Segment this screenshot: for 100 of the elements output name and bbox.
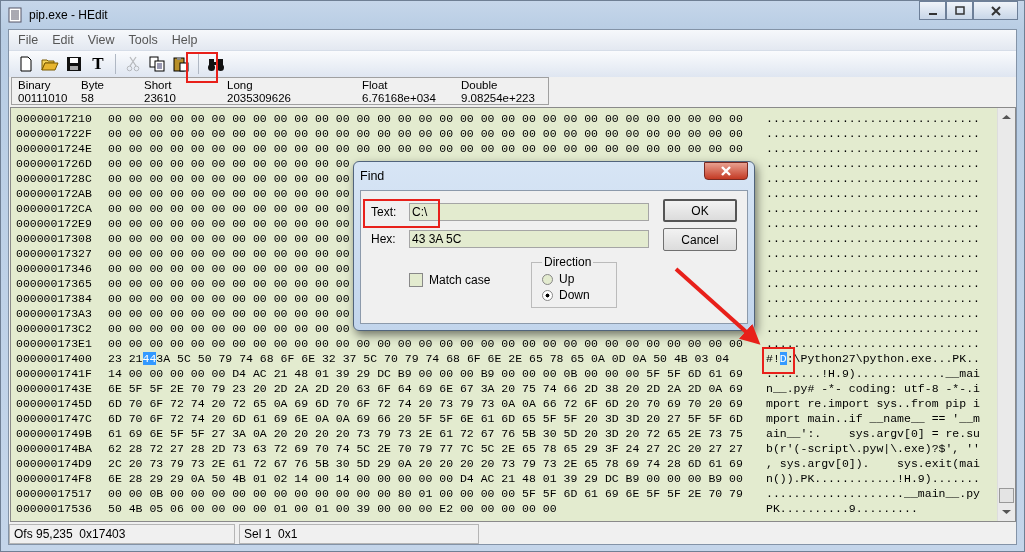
ascii-text: #! [766,352,780,365]
menu-item[interactable]: View [80,33,122,47]
hex-field[interactable]: 43 3A 5C [409,229,649,248]
hex-bytes: 62 28 72 27 28 2D 73 63 72 69 70 74 5C 2E 70 79 77 7C 5C 2E 65 78 65 29 3F 24 27 2C 20 27 27 [108,442,743,455]
hex-bytes: 6D 70 6F 72 74 20 6D 61 69 6E 0A 0A 69 66 20 5F 5F 6E 61 6D 65 5F 5F 20 3D 3D 20 27 5F 5F 6D [108,412,743,425]
ascii-text: ........!H.9).............__mai [766,367,980,380]
ascii-text: ............................... [766,262,980,275]
hex-bytes: 00 00 00 00 00 00 00 00 00 00 00 00 [108,247,350,260]
offset-label: 000000173A3 [16,306,93,321]
hex-bytes: 6E 5F 5F 2E 70 79 23 20 2D 2A 2D 20 63 6F 64 69 6E 67 3A 20 75 74 66 2D 38 20 2D 2A 2D 0A 69 [108,382,743,395]
value-label: Float [362,79,389,92]
value-text: 58 [81,92,95,105]
minimize-button[interactable] [919,1,946,20]
value-label: Long [227,79,254,92]
offset-label: 00000017308 [16,231,93,246]
value-label: Double [461,79,499,92]
ascii-text: PK..........9......... [766,502,918,515]
offset-label: 000000174F8 [16,471,93,486]
dialog-title: Find [360,169,385,183]
hex-bytes: 00 00 00 00 00 00 00 00 00 00 00 00 00 00 00 00 00 00 00 00 00 00 00 00 00 00 00 00 00 00 00 [108,142,743,155]
hex-bytes: 00 00 00 00 00 00 00 00 00 00 00 00 [108,172,350,185]
offset-label: 00000017517 [16,486,93,501]
hex-bytes: 00 00 00 00 00 00 00 00 00 00 00 00 [108,322,350,335]
ascii-text: ain__':. sys.argv[0] = re.su [766,427,980,440]
ascii-text: mport re.import sys..from pip i [766,397,980,410]
hex-bytes: 00 00 0B 00 00 00 00 00 00 00 00 00 00 00 80 01 00 00 00 00 5F 5F 6D 61 69 6E 5F 5F 2E 70 79 [108,487,743,500]
scroll-up-icon[interactable] [1002,114,1011,120]
offset-label: 0000001728C [16,171,93,186]
selected-character: D [779,352,787,365]
dialog-button[interactable]: Cancel [663,228,737,251]
menu-item[interactable]: Edit [45,33,81,47]
offset-label: 00000017536 [16,501,93,516]
menu-item[interactable]: Tools [121,33,165,47]
menu-item[interactable]: File [11,33,46,47]
offset-label: 00000017384 [16,291,93,306]
text-button[interactable]: T [87,53,109,75]
offset-label: 000000173C2 [16,321,93,336]
hex-bytes: 00 00 00 00 00 00 00 00 00 00 00 00 [108,292,350,305]
ascii-text: n()).PK............!H.9)....... [766,472,980,485]
value-text: 9.08254e+223 [461,92,536,105]
match-case-checkbox[interactable] [409,273,423,287]
radio-label: Down [559,288,590,302]
menu-item[interactable]: Help [164,33,205,47]
status-text: Sel 1 0x1 [239,524,479,544]
hex-bytes: 00 00 00 00 00 00 00 00 00 00 00 00 [108,217,350,230]
value-label: Byte [81,79,105,92]
offset-label: 0000001726D [16,156,93,171]
radio-button[interactable] [542,289,553,301]
hex-bytes: 00 00 00 00 00 00 00 00 00 00 00 00 00 00 00 00 00 00 00 00 00 00 00 00 00 00 00 00 00 00 00 [108,337,743,350]
hex-bytes: 3A 5C 50 79 74 68 6F 6E 32 37 5C 70 79 74 68 6F 6E 2E 65 78 65 0A 0D 0A 50 4B 03 04 [156,352,730,365]
hex-bytes: 00 00 00 00 00 00 00 00 00 00 00 00 [108,262,350,275]
minimize-icon [928,13,937,15]
ascii-text: ............................... [766,112,980,125]
selected-byte: 44 [142,352,157,365]
hex-label: Hex: [371,231,397,246]
ascii-text: mport main..if __name__ == '__m [766,412,980,425]
checkbox-label: Match case [429,273,491,287]
offset-label: 000000172E9 [16,216,93,231]
close-icon [720,166,732,176]
value-text: 23610 [144,92,177,105]
value-text: 2035309626 [227,92,292,105]
offset-label: 0000001747C [16,411,93,426]
vertical-scrollbar[interactable] [997,108,1015,521]
offset-label: 000000172CA [16,201,93,216]
ascii-text: ............................... [766,337,980,350]
dialog-button[interactable]: OK [663,199,737,222]
scroll-thumb[interactable] [999,488,1014,503]
close-button[interactable] [973,1,1018,20]
value-label: Binary [18,79,52,92]
offset-label: 00000017365 [16,276,93,291]
hex-bytes: 00 00 00 00 00 00 00 00 00 00 00 00 [108,202,350,215]
highlight-box [186,52,218,83]
value-label: Short [144,79,173,92]
copy-icon[interactable] [146,53,168,75]
status-text: Ofs 95,235 0x17403 [9,524,235,544]
ascii-text: b(r'(-script\.pyw|\.exe)?$', '' [766,442,980,455]
offset-label: 0000001722F [16,126,93,141]
ascii-text: ............................... [766,217,980,230]
scroll-down-icon[interactable] [1002,509,1011,515]
hex-bytes: 00 00 00 00 00 00 00 00 00 00 00 00 00 00 00 00 00 00 00 00 00 00 00 00 00 00 00 00 00 00 00 [108,112,743,125]
close-button[interactable] [704,162,748,180]
app-icon [7,7,23,23]
offset-label: 00000017327 [16,246,93,261]
offset-label: 00000017210 [16,111,93,126]
ascii-text: ............................... [766,172,980,185]
ascii-text: n__.py# -*- coding: utf-8 -*-.i [766,382,980,395]
offset-label: 0000001745D [16,396,93,411]
hex-bytes: 61 69 6E 5F 5F 27 3A 0A 20 20 20 20 73 79 73 2E 61 72 67 76 5B 30 5D 20 3D 20 72 65 2E 73 75 [108,427,743,440]
group-label: Direction [543,255,593,269]
text-field[interactable]: C:\ [409,202,649,221]
value-text: 00111010 [18,92,69,105]
offset-label: 00000017346 [16,261,93,276]
radio-button[interactable] [542,273,553,285]
ascii-text: ............................... [766,232,980,245]
ascii-text: ............................... [766,322,980,335]
offset-label: 000000174BA [16,441,93,456]
maximize-icon [954,5,965,16]
offset-label: 000000174D9 [16,456,93,471]
ascii-text: ............................... [766,187,980,200]
maximize-button[interactable] [946,1,973,20]
